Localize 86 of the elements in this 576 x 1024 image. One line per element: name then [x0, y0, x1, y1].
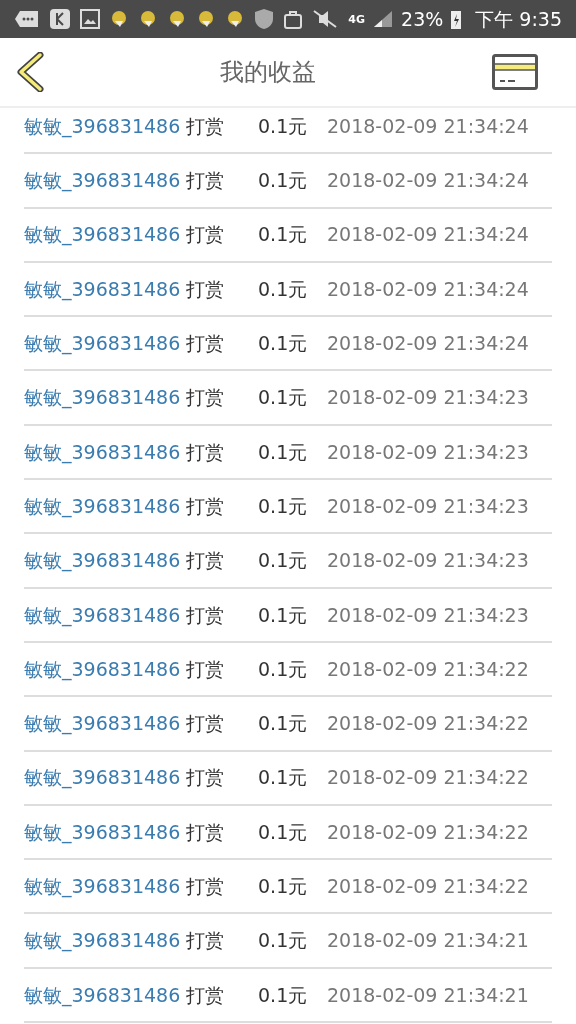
record-time: 2018-02-09 21:34:23	[327, 548, 529, 574]
amount: 0.1元	[258, 765, 309, 791]
record-time: 2018-02-09 21:34:22	[327, 656, 529, 682]
user-name[interactable]: 敏敏_396831486	[24, 546, 181, 575]
network-type: 4G	[348, 13, 366, 25]
amount: 0.1元	[258, 602, 309, 628]
record-type: 打赏	[186, 168, 225, 194]
amount: 0.1元	[258, 493, 309, 519]
user-name[interactable]: 敏敏_396831486	[24, 709, 181, 738]
notification-icon	[167, 9, 187, 29]
user-name[interactable]: 敏敏_396831486	[24, 817, 181, 847]
user-name[interactable]: 敏敏_396831486	[24, 383, 181, 412]
amount: 0.1元	[258, 548, 309, 574]
amount: 0.1元	[258, 439, 309, 465]
user-name[interactable]: 敏敏_396831486	[24, 654, 181, 684]
user-name[interactable]: 敏敏_396831486	[24, 437, 181, 467]
message-icon	[14, 10, 40, 28]
user-name[interactable]: 敏敏_396831486	[24, 980, 181, 1010]
amount: 0.1元	[258, 385, 309, 411]
record-type: 打赏	[186, 113, 225, 139]
user-name[interactable]: 敏敏_396831486	[24, 872, 181, 901]
record-type: 打赏	[186, 711, 225, 737]
record-time: 2018-02-09 21:34:24	[327, 113, 529, 139]
amount: 0.1元	[258, 276, 309, 302]
amount: 0.1元	[258, 874, 309, 900]
user-name[interactable]: 敏敏_396831486	[24, 600, 181, 630]
record-time: 2018-02-09 21:34:22	[327, 711, 529, 737]
bag-icon	[283, 9, 303, 29]
amount: 0.1元	[258, 331, 309, 357]
record-time: 2018-02-09 21:34:24	[327, 222, 529, 248]
record-type: 打赏	[186, 276, 225, 302]
user-name[interactable]: 敏敏_396831486	[24, 329, 181, 358]
bank-card-icon[interactable]	[492, 54, 538, 90]
amount: 0.1元	[258, 928, 309, 954]
record-type: 打赏	[186, 385, 225, 411]
battery-icon	[451, 9, 462, 29]
record-type: 打赏	[186, 548, 225, 574]
record-type: 打赏	[186, 982, 225, 1008]
amount: 0.1元	[258, 656, 309, 682]
record-time: 2018-02-09 21:34:23	[327, 439, 529, 465]
record-type: 打赏	[186, 222, 225, 248]
signal-icon	[373, 10, 394, 28]
record-time: 2018-02-09 21:34:24	[327, 168, 529, 194]
shield-icon	[254, 8, 274, 30]
record-time: 2018-02-09 21:34:21	[327, 982, 529, 1008]
app-icon	[49, 8, 71, 30]
record-type: 打赏	[186, 331, 225, 357]
user-name[interactable]: 敏敏_396831486	[24, 166, 181, 195]
image-icon	[80, 9, 100, 29]
record-type: 打赏	[186, 493, 225, 519]
amount: 0.1元	[258, 222, 309, 248]
notification-icon	[138, 9, 158, 29]
battery-percentage: 23%	[401, 6, 444, 32]
user-name[interactable]: 敏敏_396831486	[24, 111, 181, 141]
record-type: 打赏	[186, 602, 225, 628]
user-name[interactable]: 敏敏_396831486	[24, 274, 181, 304]
record-time: 2018-02-09 21:34:24	[327, 276, 529, 302]
record-time: 2018-02-09 21:34:22	[327, 874, 529, 900]
record-time: 2018-02-09 21:34:22	[327, 765, 529, 791]
amount: 0.1元	[258, 819, 309, 845]
user-name[interactable]: 敏敏_396831486	[24, 220, 181, 249]
user-name[interactable]: 敏敏_396831486	[24, 763, 181, 792]
record-time: 2018-02-09 21:34:23	[327, 493, 529, 519]
clock: 下午 9:35	[475, 6, 562, 32]
page-title: 我的收益	[219, 57, 317, 88]
back-icon[interactable]	[16, 52, 44, 92]
amount: 0.1元	[258, 168, 309, 194]
record-time: 2018-02-09 21:34:24	[327, 331, 529, 357]
record-time: 2018-02-09 21:34:23	[327, 385, 529, 411]
record-type: 打赏	[186, 928, 225, 954]
notification-icon	[196, 9, 216, 29]
record-type: 打赏	[186, 439, 225, 465]
amount: 0.1元	[258, 711, 309, 737]
notification-icon	[225, 9, 245, 29]
user-name[interactable]: 敏敏_396831486	[24, 926, 181, 955]
amount: 0.1元	[258, 982, 309, 1008]
user-name[interactable]: 敏敏_396831486	[24, 491, 181, 521]
record-time: 2018-02-09 21:34:23	[327, 602, 529, 628]
record-type: 打赏	[186, 656, 225, 682]
record-type: 打赏	[186, 874, 225, 900]
amount: 0.1元	[258, 113, 309, 139]
record-type: 打赏	[186, 819, 225, 845]
record-time: 2018-02-09 21:34:22	[327, 819, 529, 845]
notification-icon	[109, 9, 129, 29]
record-time: 2018-02-09 21:34:21	[327, 928, 529, 954]
record-type: 打赏	[186, 765, 225, 791]
